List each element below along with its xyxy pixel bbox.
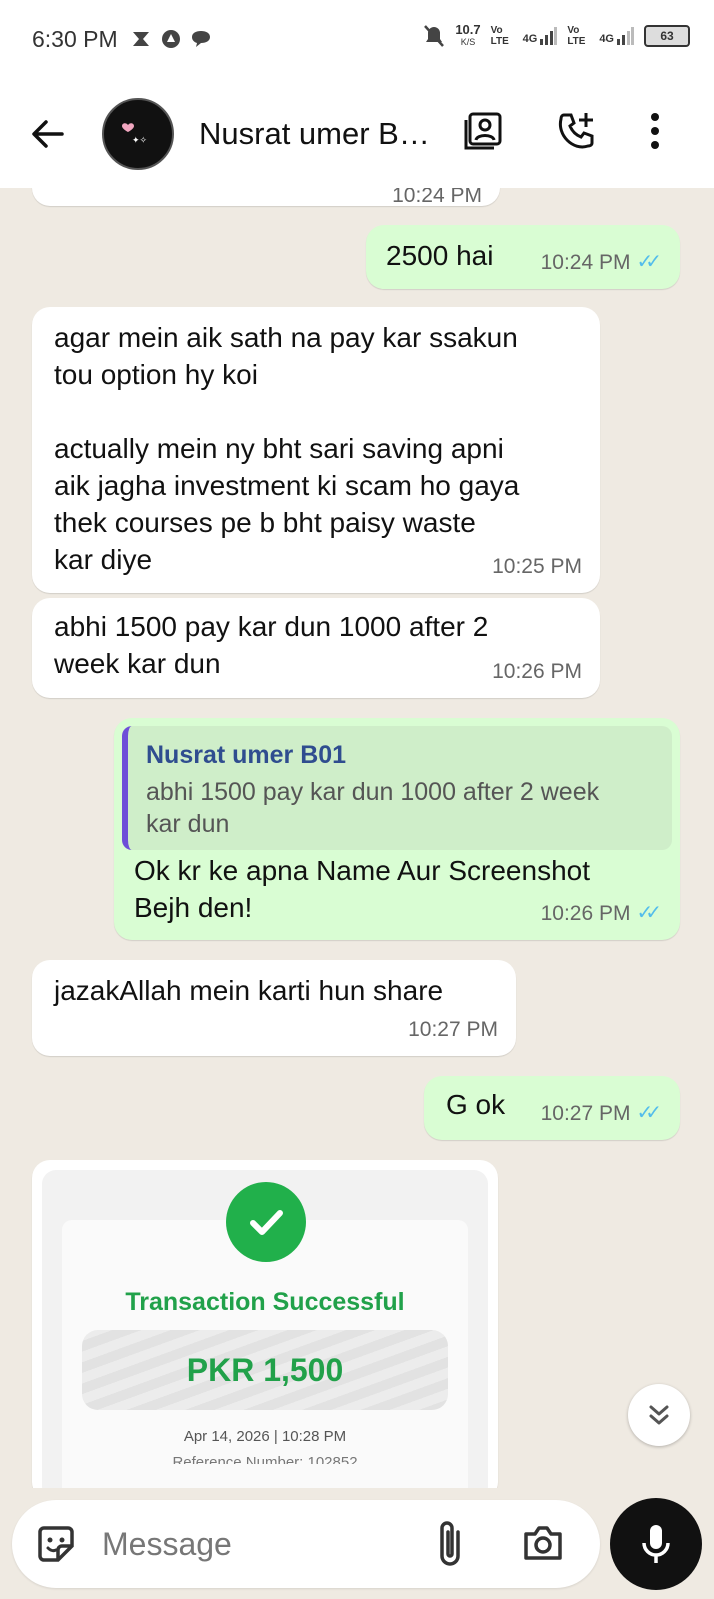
svg-text:✦✧: ✦✧ [132,136,148,146]
app-notification-icon [162,30,180,48]
message-time: 10:27 PM ✓✓ [541,1095,662,1132]
message-text: agar mein aik sath na pay kar ssakun tou… [54,322,520,575]
message-bubble-incoming[interactable]: jazakAllah mein karti hun share 10:27 PM [32,960,516,1056]
microphone-icon [642,1525,670,1563]
message-bubble-outgoing[interactable]: 2500 hai 10:24 PM ✓✓ [366,225,680,289]
status-time: 6:30 PM [32,26,118,52]
transaction-amount: PKR 1,500 [82,1330,448,1410]
add-call-icon[interactable] [556,110,598,152]
message-bubble-incoming[interactable]: agar mein aik sath na pay kar ssakun tou… [32,307,600,593]
transaction-title: Transaction Successful [125,1288,405,1316]
signal-icon [617,27,634,45]
sim2-volte: Vo LTE [567,25,586,47]
message-time: 10:26 PM ✓✓ [541,895,662,932]
quoted-text: abhi 1500 pay kar dun 1000 after 2 week … [146,778,600,838]
quoted-message[interactable]: Nusrat umer B01 abhi 1500 pay kar dun 10… [122,726,672,850]
message-time: 10:24 PM [392,188,482,207]
sticker-icon[interactable] [34,1522,78,1566]
message-time: 10:26 PM [492,660,582,683]
success-check-icon [226,1182,306,1262]
message-text: G ok [446,1089,506,1120]
message-input-container[interactable] [12,1500,600,1588]
status-bar: 6:30 PM 10.7 K/S Vo LTE 4G Vo LTE 4G 63 [0,0,714,80]
sim2-network: 4G [599,27,634,45]
sim1-volte: Vo LTE [490,25,509,47]
message-text: 2500 hai [386,240,494,271]
chat-notification-icon [192,31,210,47]
read-ticks-icon: ✓✓ [636,1102,661,1124]
message-bubble-outgoing[interactable]: G ok 10:27 PM ✓✓ [424,1076,680,1140]
message-input[interactable] [102,1520,422,1568]
signal-icon [540,27,558,45]
network-speed: 10.7 K/S [455,22,481,47]
heart-icon: ✦✧ [122,123,148,146]
message-text: abhi 1500 pay kar dun 1000 after 2 week … [54,611,489,679]
message-bubble-outgoing-reply[interactable]: Nusrat umer B01 abhi 1500 pay kar dun 10… [114,718,680,940]
message-text: jazakAllah mein karti hun share [54,975,444,1006]
mute-icon [424,25,445,47]
more-options-icon[interactable] [648,110,662,152]
image-message[interactable]: Transaction Successful PKR 1,500 Apr 14,… [32,1160,498,1488]
contact-name[interactable]: Nusrat umer B… [199,116,430,152]
transaction-date: Apr 14, 2026 | 10:28 PM [183,1428,347,1445]
transaction-receipt-image: Transaction Successful PKR 1,500 Apr 14,… [42,1170,488,1488]
contact-card-icon[interactable] [462,110,504,152]
message-bubble-partial[interactable]: 10:24 PM [32,188,500,207]
message-text: Ok kr ke apna Name Aur Screenshot Bejh d… [134,855,590,923]
message-time: 10:24 PM ✓✓ [541,244,662,281]
status-notification-icons [130,28,212,50]
camera-icon[interactable] [522,1524,564,1562]
read-ticks-icon: ✓✓ [636,251,661,273]
read-ticks-icon: ✓✓ [636,902,661,924]
scroll-to-bottom-button[interactable] [628,1384,690,1446]
back-arrow-icon[interactable] [28,114,68,154]
message-bubble-incoming[interactable]: abhi 1500 pay kar dun 1000 after 2 week … [32,598,600,698]
message-time: 10:25 PM [492,555,582,578]
voice-record-button[interactable] [610,1498,702,1590]
double-chevron-down-icon [649,1405,669,1425]
status-indicators: 10.7 K/S Vo LTE 4G Vo LTE 4G 63 [423,22,690,48]
app-notification-icon [133,32,149,46]
contact-avatar[interactable]: ✦✧ [102,98,174,170]
attach-icon[interactable] [436,1518,466,1570]
chat-area[interactable]: 10:24 PM 2500 hai 10:24 PM ✓✓ agar mein a… [0,188,714,1488]
message-time: 10:27 PM [408,1018,498,1041]
composer-bar [0,1488,714,1599]
sim1-network: 4G [523,27,558,45]
transaction-reference: Reference Number: 102852 [172,1454,358,1464]
battery-icon: 63 [644,25,690,47]
chat-header: ✦✧ Nusrat umer B… [0,80,714,188]
quoted-sender: Nusrat umer B01 [146,741,347,769]
